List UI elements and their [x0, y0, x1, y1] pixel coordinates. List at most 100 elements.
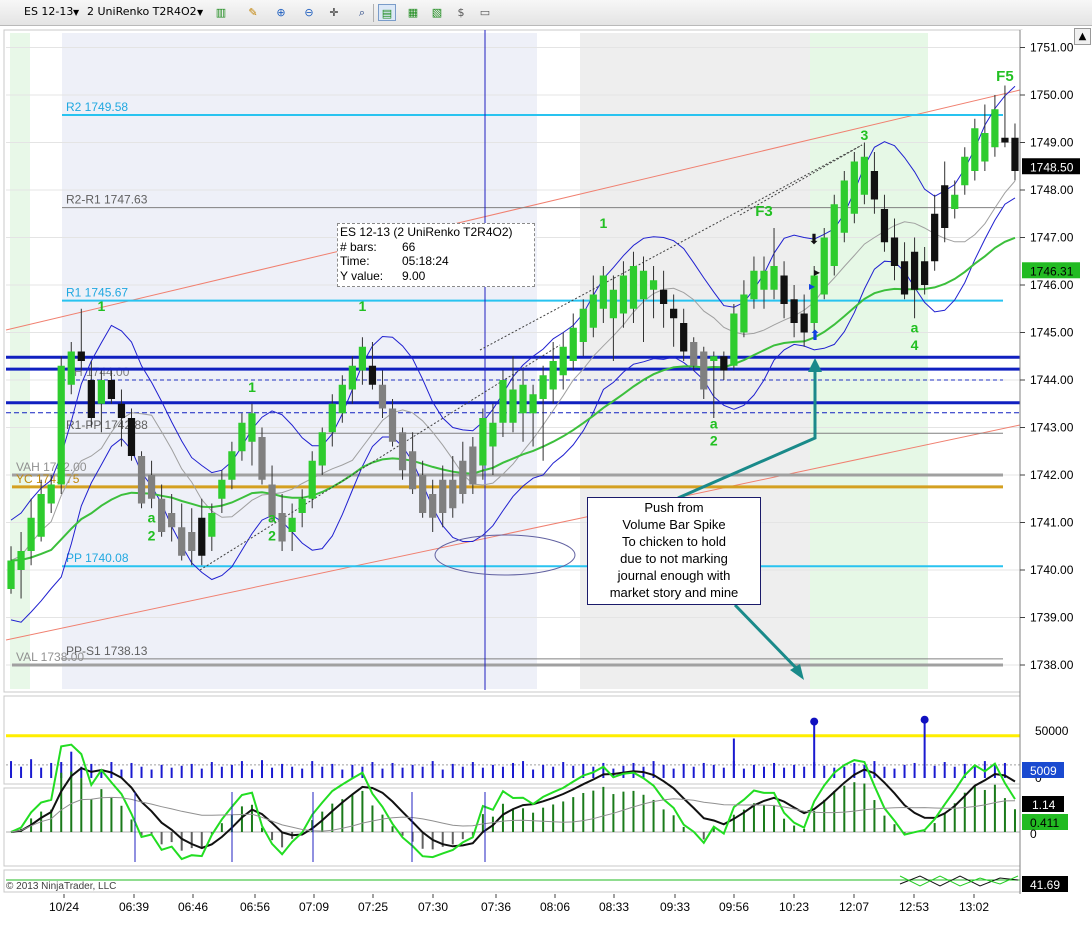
- tooltip-row: Y value: 9.00: [340, 268, 426, 283]
- chart-toolbar: ES 12-13 ▼ 2 UniRenko T2R4O2 ▼ ▥ ✎ ⊕ ⊖ ✛…: [0, 0, 1092, 26]
- ema-price-label: 1746.31: [1030, 264, 1074, 278]
- candle-body: [208, 513, 216, 537]
- candle-body: [991, 109, 999, 148]
- crosshair-icon[interactable]: ✛: [325, 4, 343, 21]
- candle-body: [559, 346, 567, 376]
- candle-body: [790, 299, 798, 323]
- swing-label: 1: [599, 215, 607, 231]
- candle-body: [37, 494, 45, 537]
- candle-body: [569, 327, 577, 361]
- candle-body: [971, 128, 979, 171]
- swing-label: F5: [996, 68, 1014, 85]
- candle-body: [157, 498, 166, 532]
- candle-body: [870, 171, 879, 200]
- candle-body: [228, 451, 236, 480]
- x-tick-label: 07:09: [299, 900, 329, 914]
- level-label: R2 1749.58: [66, 100, 128, 114]
- y-tick-label: 1740.00: [1030, 563, 1074, 577]
- x-tick-label: 07:36: [481, 900, 511, 914]
- swing-label: F3: [755, 203, 773, 220]
- y-tick-label: 1750.00: [1030, 88, 1074, 102]
- candle-body: [479, 418, 487, 466]
- level-label: R1-PP 1742.88: [66, 418, 148, 432]
- last-price-label: 1748.50: [1030, 160, 1074, 174]
- candle-body: [67, 351, 75, 385]
- properties-icon[interactable]: $: [452, 4, 470, 21]
- candle-body: [338, 384, 346, 414]
- instrument-selector[interactable]: ES 12-13: [24, 5, 73, 18]
- chart-style-icon[interactable]: ▥: [212, 4, 230, 21]
- y-tick-label: 1746.00: [1030, 278, 1074, 292]
- marker-icon: ▸: [814, 265, 820, 279]
- data-tooltip: ES 12-13 (2 UniRenko T2R4O2) # bars: 66 T…: [337, 223, 535, 287]
- callout-line: Push from: [644, 500, 704, 515]
- x-tick-label: 08:06: [540, 900, 570, 914]
- candle-body: [308, 460, 316, 499]
- zoom-out-icon[interactable]: ⊖: [300, 4, 318, 21]
- y-tick-label: 1744.00: [1030, 373, 1074, 387]
- window-icon[interactable]: ▭: [476, 4, 494, 21]
- session-shade: [810, 33, 928, 689]
- candle-body: [670, 308, 678, 319]
- candle-body: [77, 351, 85, 361]
- data-box-icon[interactable]: ▧: [428, 4, 446, 21]
- session-shade: [62, 33, 537, 689]
- x-tick-label: 06:56: [240, 900, 270, 914]
- candle-body: [760, 270, 768, 290]
- x-tick-label: 12:53: [899, 900, 929, 914]
- arrow-down-icon: ⬇: [808, 232, 820, 248]
- candle-body: [288, 517, 296, 532]
- callout-line: To chicken to hold: [621, 534, 727, 549]
- search-icon[interactable]: ⌕: [353, 4, 371, 21]
- chevron-down-icon[interactable]: ▼: [73, 8, 79, 17]
- callout-line: due to not marking: [620, 551, 728, 566]
- swing-label: 1: [248, 379, 256, 395]
- x-tick-label: 08:33: [599, 900, 629, 914]
- candle-body: [880, 209, 889, 243]
- candle-body: [17, 551, 25, 570]
- session-shade: [10, 33, 30, 689]
- candle-body: [609, 289, 618, 319]
- swing-label: 1: [97, 298, 105, 314]
- candle-body: [97, 380, 105, 404]
- candle-body: [408, 451, 417, 490]
- osc2-last-label: 41.69: [1030, 878, 1060, 892]
- x-tick-label: 07:30: [418, 900, 448, 914]
- candle-body: [388, 408, 397, 442]
- zoom-icon[interactable]: ⊕: [272, 4, 290, 21]
- candle-body: [328, 403, 336, 433]
- candle-body: [579, 308, 587, 342]
- candle-body: [378, 384, 387, 409]
- candle-body: [489, 422, 497, 447]
- candle-body: [770, 266, 778, 290]
- tooltip-row: # bars: 66: [340, 239, 416, 254]
- bar-type-selector[interactable]: 2 UniRenko T2R4O2: [87, 5, 197, 18]
- x-tick-label: 13:02: [959, 900, 989, 914]
- candle-body: [890, 237, 899, 266]
- volume-last-label: 5009: [1030, 764, 1057, 778]
- candle-body: [1001, 137, 1009, 143]
- pencil-icon[interactable]: ✎: [244, 4, 262, 21]
- candle-body: [117, 403, 126, 418]
- swing-label: 2: [148, 528, 156, 544]
- candle-body: [981, 133, 989, 162]
- candle-body: [931, 213, 939, 262]
- strategies-icon[interactable]: ▦: [404, 4, 422, 21]
- y-tick-label: 1743.00: [1030, 421, 1074, 435]
- candle-body: [188, 532, 196, 551]
- candle-body: [168, 513, 176, 528]
- candle-body: [298, 498, 306, 513]
- x-tick-label: 06:39: [119, 900, 149, 914]
- scroll-up-button[interactable]: ▲: [1074, 28, 1091, 45]
- level-label: YH 1744.00: [66, 365, 130, 379]
- candle-body: [87, 380, 95, 418]
- candle-body: [639, 270, 648, 300]
- callout-line: Volume Bar Spike: [622, 517, 726, 532]
- candle-body: [840, 180, 848, 233]
- y-tick-label: 1741.00: [1030, 516, 1074, 530]
- candle-body: [800, 313, 808, 333]
- chevron-down-icon[interactable]: ▼: [197, 8, 203, 17]
- indicators-icon[interactable]: ▤: [378, 4, 396, 21]
- candle-body: [529, 394, 537, 414]
- chart-area[interactable]: R2 1749.58R2-R1 1747.63R1 1745.67YH 1744…: [0, 26, 1092, 926]
